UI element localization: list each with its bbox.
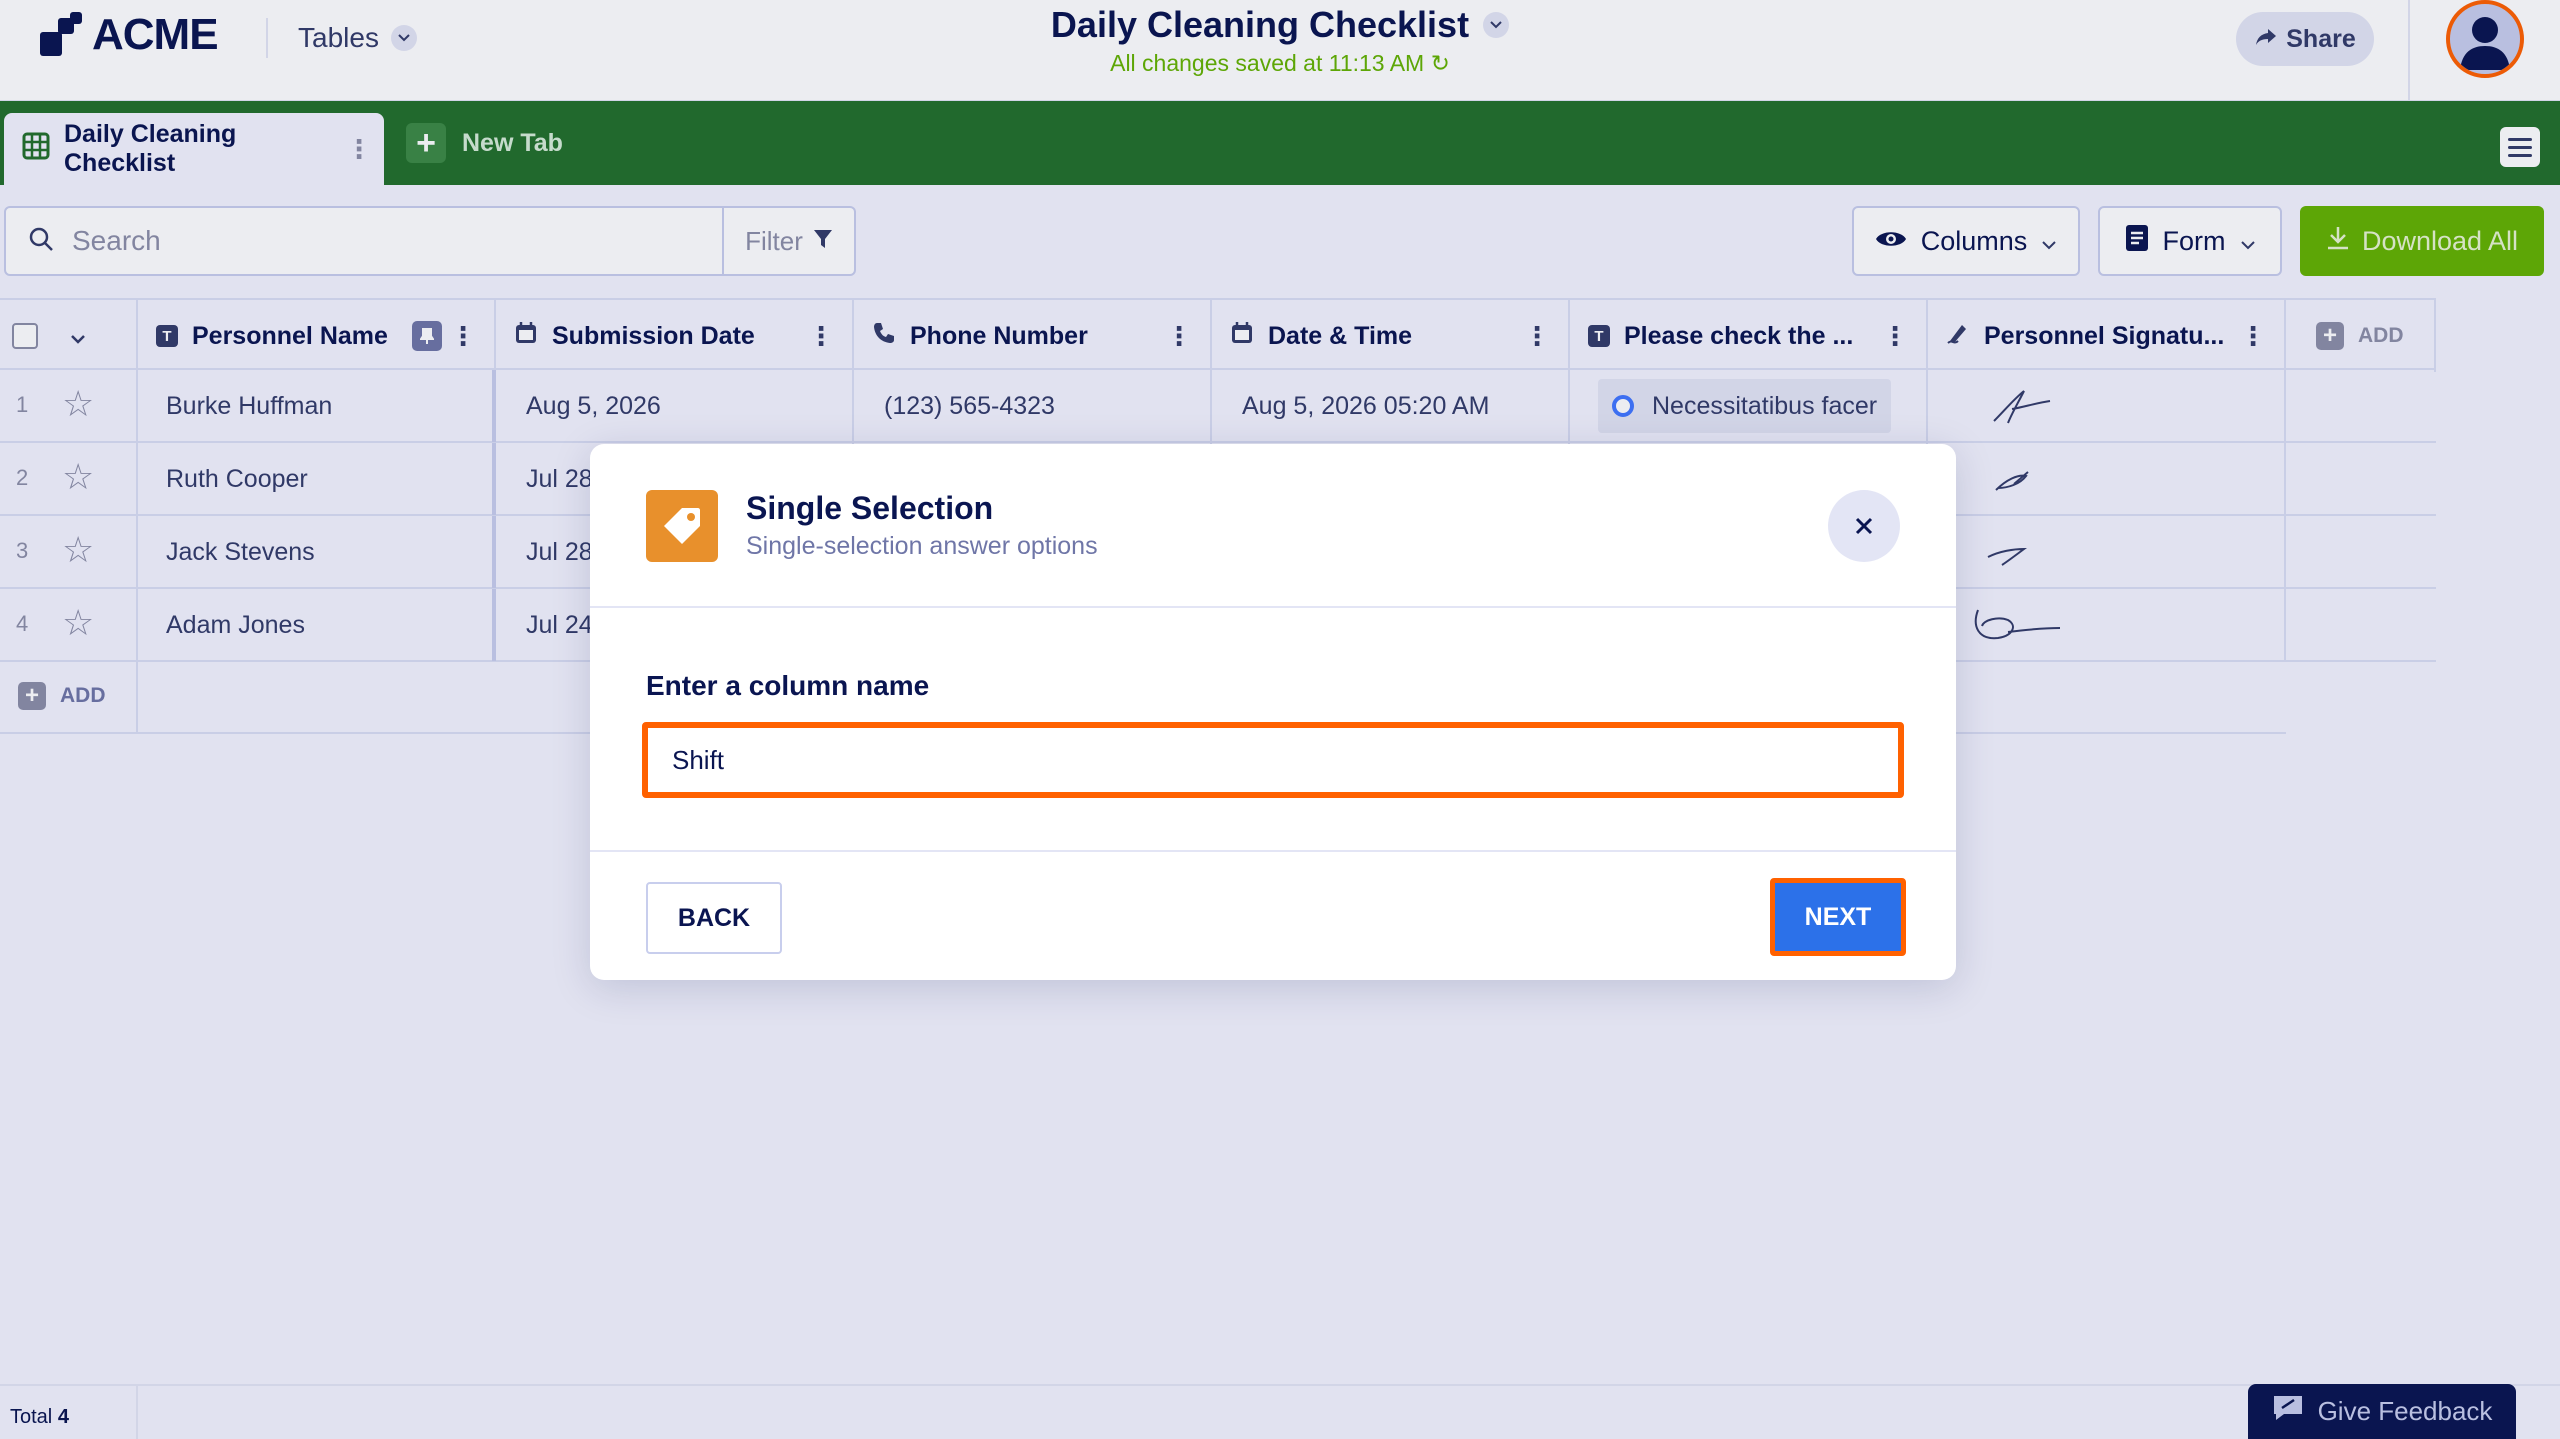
modal-footer: BACK NEXT xyxy=(590,850,1956,980)
modal-subtitle: Single-selection answer options xyxy=(746,532,1098,560)
next-button[interactable]: NEXT xyxy=(1770,878,1906,956)
column-name-label: Enter a column name xyxy=(646,670,930,701)
back-button[interactable]: BACK xyxy=(646,882,782,954)
close-icon xyxy=(1855,517,1873,535)
modal-title: Single Selection xyxy=(746,490,994,526)
single-selection-modal: Single Selection Single-selection answer… xyxy=(590,444,1956,980)
close-button[interactable] xyxy=(1828,490,1900,562)
modal-header: Single Selection Single-selection answer… xyxy=(590,444,1956,608)
column-name-input[interactable] xyxy=(642,722,1904,798)
tag-icon xyxy=(646,490,718,562)
